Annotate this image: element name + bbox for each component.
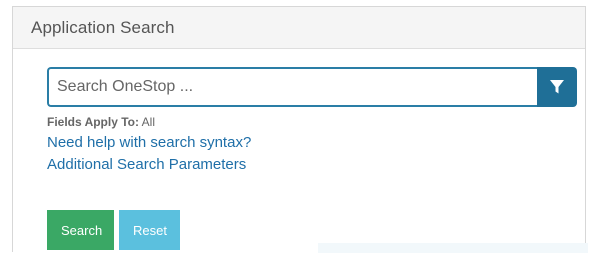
filter-button[interactable] — [537, 67, 577, 107]
bottom-divider — [318, 243, 588, 253]
search-syntax-help-link[interactable]: Need help with search syntax? — [47, 134, 251, 151]
panel-title: Application Search — [31, 17, 175, 37]
filter-icon — [550, 80, 564, 94]
application-search-panel: Application Search Fields Apply To: All … — [12, 6, 588, 253]
fields-apply-label: Fields Apply To: — [47, 115, 139, 129]
search-button[interactable]: Search — [47, 210, 114, 250]
fields-apply-value: All — [141, 115, 156, 129]
search-group — [47, 67, 577, 107]
reset-button[interactable]: Reset — [119, 210, 180, 250]
fields-apply-to: Fields Apply To: All — [47, 115, 155, 129]
panel-header: Application Search — [13, 7, 585, 49]
search-input[interactable] — [47, 67, 537, 107]
additional-search-parameters-link[interactable]: Additional Search Parameters — [47, 156, 246, 173]
